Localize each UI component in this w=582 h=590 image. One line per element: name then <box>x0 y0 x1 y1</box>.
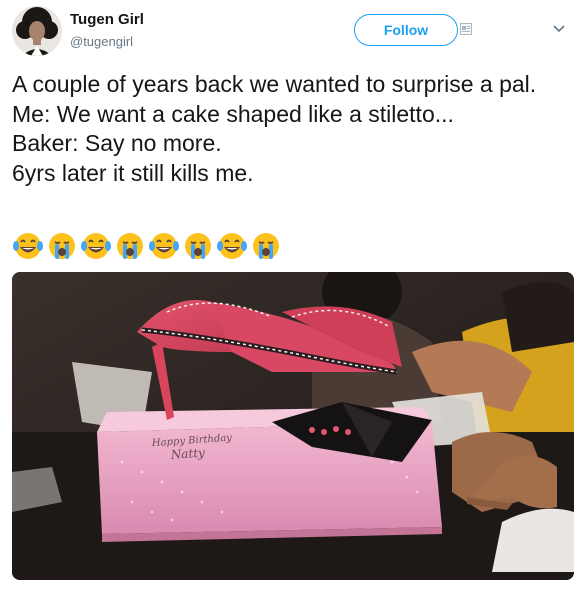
display-name[interactable]: Tugen Girl <box>70 11 144 28</box>
loudly-crying-emoji-icon <box>117 233 143 259</box>
profile-card-icon <box>460 23 472 35</box>
tweet-photo[interactable]: Happy Birthday Natty <box>12 272 574 580</box>
laughing-crying-emoji-icon <box>13 233 43 259</box>
tweet-header: Tugen Girl @tugengirl Follow <box>0 0 582 62</box>
stiletto-cake-image: Happy Birthday Natty <box>12 272 574 580</box>
loudly-crying-emoji-icon <box>185 233 211 259</box>
avatar[interactable] <box>12 6 62 56</box>
follow-button[interactable]: Follow <box>354 14 458 46</box>
chevron-down-icon[interactable] <box>552 24 566 34</box>
tweet-text: A couple of years back we wanted to surp… <box>12 71 537 186</box>
laughing-crying-emoji-icon <box>149 233 179 259</box>
cake-inscription-line2: Natty <box>169 446 205 462</box>
laughing-crying-emoji-icon <box>81 233 111 259</box>
user-handle[interactable]: @tugengirl <box>70 34 133 49</box>
loudly-crying-emoji-icon <box>49 233 75 259</box>
laughing-crying-emoji-icon <box>217 233 247 259</box>
emoji-row <box>12 231 282 259</box>
loudly-crying-emoji-icon <box>253 233 279 259</box>
